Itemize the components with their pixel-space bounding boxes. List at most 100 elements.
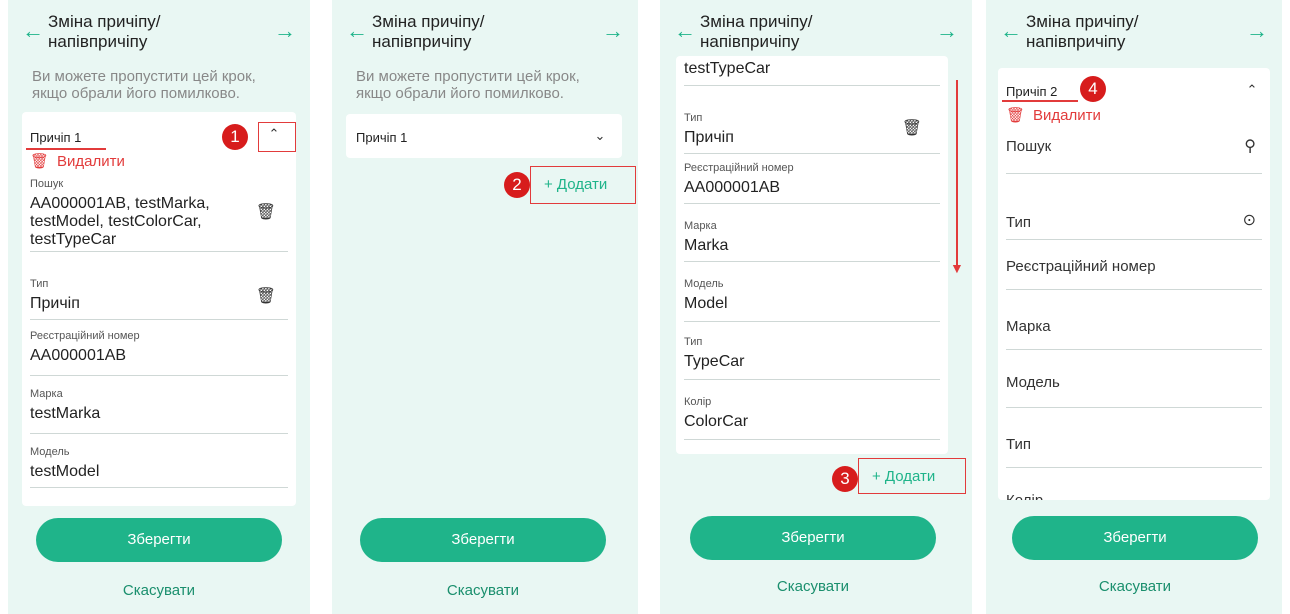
save-button[interactable]: Зберегти [690, 516, 936, 560]
back-arrow-icon[interactable]: ← [674, 20, 696, 42]
page-title: Зміна причіпу/ напівпричіпу [372, 12, 485, 51]
trailer-card: Причіп 1 ⌃ 🗑 Видалити Пошук AA000001AB, t… [22, 112, 296, 506]
search-field[interactable]: Пошук AA000001AB, testMarka, testModel, … [30, 178, 288, 252]
field-label: Реєстраційний номер [30, 330, 140, 342]
chevron-down-icon[interactable]: ⌄ [590, 128, 610, 144]
search-input[interactable]: Пошук ⚲ [1006, 134, 1262, 174]
save-button[interactable]: Зберегти [36, 518, 282, 562]
cancel-button[interactable]: Скасувати [36, 582, 282, 599]
back-arrow-icon[interactable]: ← [22, 20, 44, 42]
annotation-box [258, 122, 296, 152]
field-label: Тип [30, 278, 49, 290]
back-arrow-icon[interactable]: ← [346, 20, 368, 42]
type-field[interactable]: Тип Причіп 🗑 [30, 278, 288, 320]
brand-field[interactable]: Марка Marka [684, 220, 940, 262]
field-label: Марка [30, 388, 63, 400]
model-field[interactable]: Модель testModel [30, 446, 288, 488]
trailer-card-scrolled: testTypeCar Тип Причіп 🗑 Реєстраційний н… [676, 56, 948, 454]
forward-arrow-icon[interactable]: → [274, 20, 296, 42]
save-button[interactable]: Зберегти [1012, 516, 1258, 560]
color-field[interactable]: Колір ColorCar [684, 396, 940, 440]
hint-text: Ви можете пропустити цей крок, якщо обра… [32, 68, 256, 102]
type-field[interactable]: Тип Причіп 🗑 [684, 112, 940, 154]
brand-field[interactable]: Марка testMarka [30, 388, 288, 434]
annotation-underline [26, 148, 106, 150]
search-field[interactable]: testTypeCar [684, 56, 940, 86]
search-icon[interactable]: ⚲ [1244, 136, 1256, 156]
screen-2: ← Зміна причіпу/ напівпричіпу → Ви может… [332, 0, 638, 614]
trailer-card-collapsed[interactable]: Причіп 1 ⌄ [346, 114, 622, 158]
field-value: testTypeCar [684, 60, 771, 77]
delete-button[interactable]: 🗑 Видалити [1006, 106, 1101, 124]
delete-label: Видалити [57, 153, 125, 170]
field-placeholder: Тип [1006, 436, 1032, 453]
page-title: Зміна причіпу/ напівпричіпу [1026, 12, 1139, 51]
field-value: testModel [30, 463, 100, 480]
field-value: AA000001AB [684, 179, 781, 196]
vehicle-type-input[interactable]: Тип [1006, 424, 1262, 468]
field-value: AA000001AB [30, 347, 127, 364]
delete-button[interactable]: 🗑 Видалити [30, 152, 125, 170]
step-marker-2: 2 [504, 172, 530, 198]
registration-number-input[interactable]: Реєстраційний номер [1006, 254, 1262, 290]
model-input[interactable]: Модель [1006, 368, 1262, 408]
dropdown-circle-icon[interactable]: ⊙ [1243, 210, 1256, 230]
field-value: testMarka [30, 405, 101, 422]
header: ← Зміна причіпу/ напівпричіпу → [1000, 12, 1268, 56]
cancel-button[interactable]: Скасувати [690, 578, 936, 595]
step-marker-3: 3 [832, 466, 858, 492]
save-button[interactable]: Зберегти [360, 518, 606, 562]
forward-arrow-icon[interactable]: → [602, 20, 624, 42]
screen-4: ← Зміна причіпу/ напівпричіпу → Причіп 2… [986, 0, 1282, 614]
section-title: Причіп 1 [30, 130, 82, 145]
cancel-button[interactable]: Скасувати [1012, 578, 1258, 595]
trash-icon: 🗑 [30, 153, 50, 170]
annotation-box [530, 166, 636, 204]
field-placeholder: Тип [1006, 214, 1032, 231]
forward-arrow-icon[interactable]: → [936, 20, 958, 42]
field-label: Пошук [30, 178, 64, 190]
scroll-arrow-head: ▼ [950, 260, 964, 276]
hint-text: Ви можете пропустити цей крок, якщо обра… [356, 68, 580, 102]
field-value: TypeCar [684, 353, 745, 370]
field-placeholder: Марка [1006, 318, 1051, 335]
trash-icon[interactable]: 🗑 [902, 118, 922, 138]
trailer-card-new: Причіп 2 ⌃ 🗑 Видалити Пошук ⚲ Тип ⊙ Реєст… [998, 68, 1270, 500]
registration-number-field[interactable]: Реєстраційний номер AA000001AB [684, 162, 940, 204]
field-placeholder: Пошук [1006, 138, 1052, 155]
vehicle-type-field[interactable]: Тип TypeCar [684, 336, 940, 380]
field-value: Model [684, 295, 728, 312]
back-arrow-icon[interactable]: ← [1000, 20, 1022, 42]
cancel-button[interactable]: Скасувати [360, 582, 606, 599]
header: ← Зміна причіпу/ напівпричіпу → [22, 12, 296, 56]
field-placeholder: Реєстраційний номер [1006, 258, 1156, 275]
brand-input[interactable]: Марка [1006, 306, 1262, 350]
section-title: Причіп 2 [1006, 84, 1058, 99]
field-label: Модель [684, 278, 724, 290]
screen-1: ← Зміна причіпу/ напівпричіпу → Ви может… [8, 0, 310, 614]
trash-icon[interactable]: 🗑 [256, 202, 276, 222]
field-label: Тип [684, 336, 703, 348]
trash-icon: 🗑 [1006, 107, 1026, 124]
field-placeholder: Колір [1006, 492, 1262, 500]
field-label: Модель [30, 446, 70, 458]
field-placeholder: Модель [1006, 374, 1060, 391]
trash-icon[interactable]: 🗑 [256, 286, 276, 306]
annotation-underline [1002, 100, 1078, 102]
step-marker-4: 4 [1080, 76, 1106, 102]
field-label: Марка [684, 220, 717, 232]
field-value: AA000001AB, testMarka, testModel, testCo… [30, 195, 210, 248]
field-value: Marka [684, 237, 729, 254]
color-input[interactable]: Колір [1006, 486, 1262, 500]
scroll-arrow [956, 80, 958, 266]
step-marker-1: 1 [222, 124, 248, 150]
field-label: Колір [684, 396, 712, 408]
field-value: ColorCar [684, 413, 749, 430]
chevron-up-icon[interactable]: ⌃ [1242, 82, 1262, 98]
delete-label: Видалити [1033, 107, 1101, 124]
registration-number-field[interactable]: Реєстраційний номер AA000001AB [30, 330, 288, 376]
field-value: Причіп [30, 295, 80, 312]
model-field[interactable]: Модель Model [684, 278, 940, 322]
forward-arrow-icon[interactable]: → [1246, 20, 1268, 42]
type-select[interactable]: Тип ⊙ [1006, 198, 1262, 240]
